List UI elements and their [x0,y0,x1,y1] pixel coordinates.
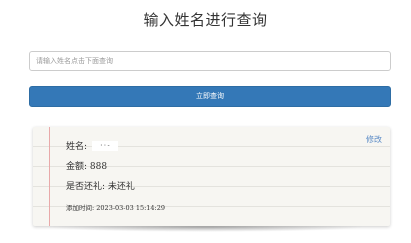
name-value: ··- [91,140,118,151]
amount-value: 888 [89,162,108,172]
record-name-row: 姓名: ··- [66,139,118,152]
amount-label: 金额: [66,162,88,172]
edit-link[interactable]: 修改 [366,134,382,145]
name-label: 姓名: [66,142,88,152]
record-amount-row: 金额: 888 [66,159,107,172]
name-search-input[interactable] [29,51,391,71]
status-value: 未还礼 [107,182,135,192]
paper-margin-line [49,127,50,226]
page-title: 输入姓名进行查询 [143,11,268,29]
time-label: 添加时间: [66,204,95,212]
status-label: 是否还礼: [66,182,106,192]
record-time-row: 添加时间: 2023-03-03 15:14:29 [66,202,165,212]
query-button[interactable]: 立即查询 [29,86,391,107]
record-status-row: 是否还礼: 未还礼 [66,179,135,192]
record-card: 修改 姓名: ··- 金额: 888 是否还礼: 未还礼 添加时间: 2023-… [33,127,390,226]
time-value: 2023-03-03 15:14:29 [96,204,166,212]
